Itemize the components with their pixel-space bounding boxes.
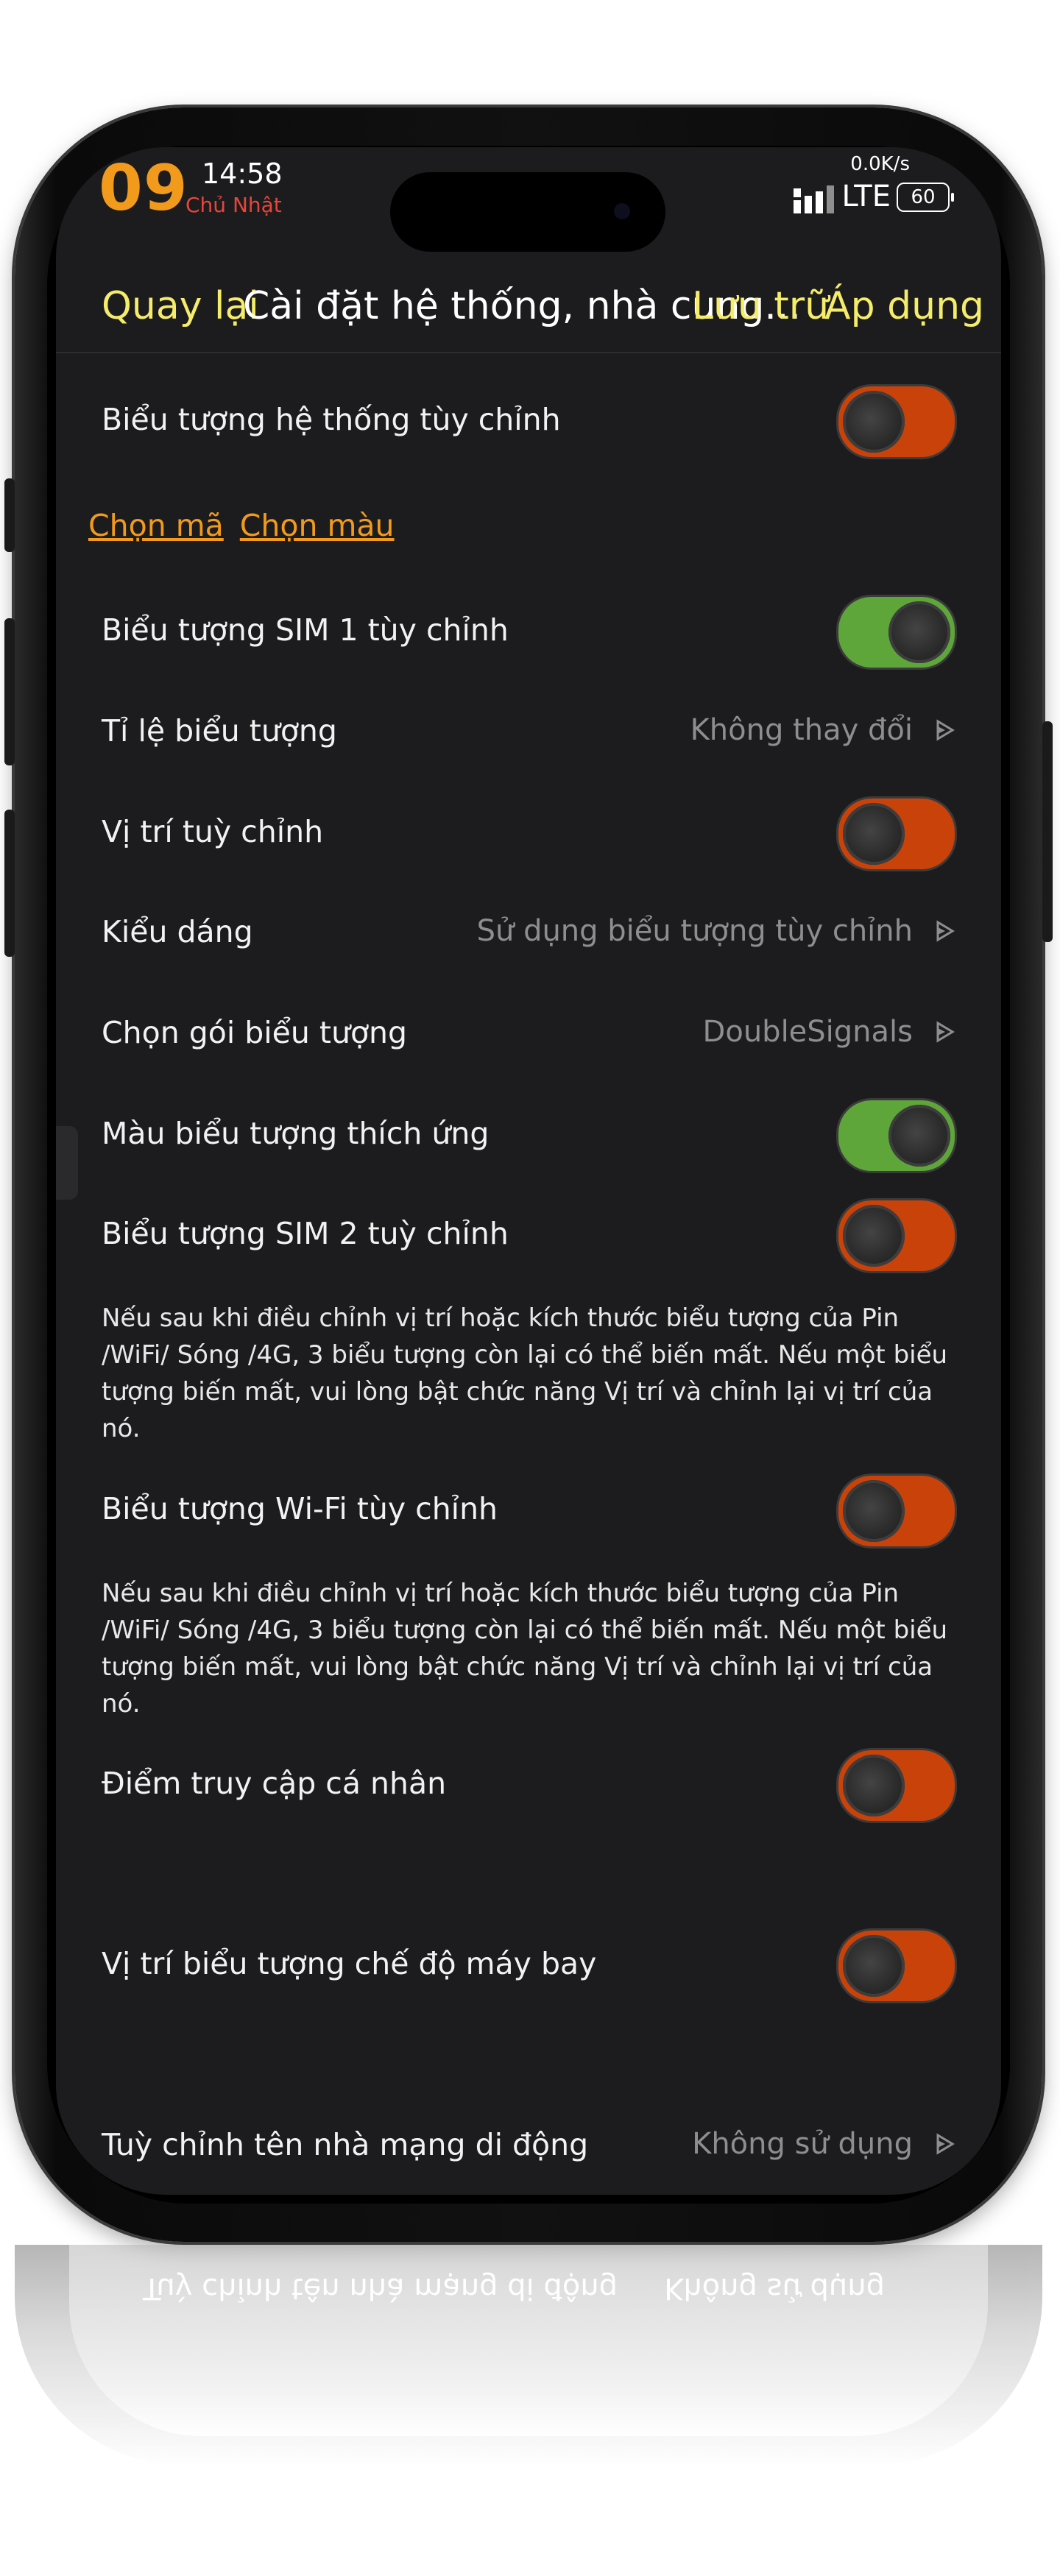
status-network-speed: 0.0K/s [850,153,910,175]
power-button [1042,721,1053,942]
choose-color-link[interactable]: Chọn màu [240,508,395,543]
sim2-note: Nếu sau khi điều chỉnh vị trí hoặc kích … [102,1303,948,1443]
hotspot-toggle[interactable] [836,1748,957,1823]
toggle-knob [843,1935,905,1997]
chevron-right-icon [936,719,955,741]
setting-row-custom-wifi-icon: Biểu tượng Wi-Fi tùy chỉnh [56,1465,1001,1553]
save-button[interactable]: Lưu trữ [692,284,829,328]
toggle-knob [843,1755,905,1816]
chevron-right-icon [936,920,955,942]
setting-row-custom-system-icons: Biểu tượng hệ thống tùy chỉnh [56,375,1001,464]
toggle-knob [843,1480,905,1542]
reflection-screen: Tuỳ chỉnh tên nhà mạng di động Không sử … [69,2245,988,2436]
signal-icon [794,185,834,213]
apply-button[interactable]: Áp dụng [824,284,984,328]
custom-sim2-icon-toggle[interactable] [836,1198,957,1273]
toggle-knob [888,601,950,663]
toggle-knob [843,803,905,865]
reflection-value: Không sử dụng [664,2271,885,2305]
setting-value: Không thay đổi [690,713,913,747]
phone-screen: 09 14:58 Chủ Nhật 0.0K/s LTE 60 Quay lại… [56,147,1001,2195]
setting-label: Tuỳ chỉnh tên nhà mạng di động [102,2127,589,2162]
mute-switch [4,478,15,552]
setting-value: Không sử dụng [692,2127,913,2161]
setting-row-style[interactable]: Kiểu dáng Sử dụng biểu tượng tùy chỉnh [56,888,1001,976]
volume-up-button [4,618,15,765]
toggle-knob [888,1105,950,1167]
phone-reflection: Tuỳ chỉnh tên nhà mạng di động Không sử … [15,2245,1042,2466]
setting-label: Vị trí biểu tượng chế độ máy bay [102,1946,597,1981]
setting-label: Chọn gói biểu tượng [102,1015,408,1050]
setting-label: Biểu tượng hệ thống tùy chỉnh [102,402,561,437]
links-row: Chọn mã Chọn màu [88,508,411,543]
setting-row-custom-position: Vị trí tuỳ chỉnh [56,788,1001,876]
setting-label: Tỉ lệ biểu tượng [102,713,337,749]
custom-wifi-icon-toggle[interactable] [836,1473,957,1549]
airplane-position-toggle[interactable] [836,1928,957,2003]
custom-sim1-icon-toggle[interactable] [836,595,957,670]
setting-value: Sử dụng biểu tượng tùy chỉnh [476,914,913,948]
toggle-knob [843,391,905,453]
adaptive-color-toggle[interactable] [836,1098,957,1173]
custom-system-icons-toggle[interactable] [836,384,957,459]
setting-row-icon-ratio[interactable]: Tỉ lệ biểu tượng Không thay đổi [56,687,1001,775]
volume-down-button [4,810,15,957]
status-day: 09 [99,152,188,225]
custom-position-toggle[interactable] [836,796,957,871]
dynamic-island [390,172,665,252]
chevron-right-icon [936,1021,955,1043]
reflection-label: Tuỳ chỉnh tên nhà mạng di động [143,2271,618,2305]
battery-icon: 60 [897,183,954,212]
setting-row-custom-sim1-icon: Biểu tượng SIM 1 tùy chỉnh [56,586,1001,674]
toggle-knob [843,1205,905,1267]
status-weekday: Chủ Nhật [186,193,282,217]
setting-label: Biểu tượng SIM 2 tuỳ chỉnh [102,1216,509,1251]
setting-row-airplane-position: Vị trí biểu tượng chế độ máy bay [56,1919,1001,2008]
setting-label: Màu biểu tượng thích ứng [102,1116,490,1151]
setting-row-adaptive-color: Màu biểu tượng thích ứng [56,1089,1001,1178]
setting-row-icon-pack[interactable]: Chọn gói biểu tượng DoubleSignals [56,988,1001,1077]
setting-value: DoubleSignals [702,1015,913,1049]
setting-label: Vị trí tuỳ chỉnh [102,814,324,849]
choose-code-link[interactable]: Chọn mã [88,508,224,543]
setting-label: Kiểu dáng [102,914,253,949]
side-panel-handle[interactable] [56,1126,78,1200]
setting-label: Biểu tượng Wi-Fi tùy chỉnh [102,1491,498,1526]
status-time: 14:58 [202,158,283,190]
back-button[interactable]: Quay lại [102,284,259,328]
chevron-right-icon [936,2133,955,2155]
network-type: LTE [841,180,891,213]
setting-row-carrier-name[interactable]: Tuỳ chỉnh tên nhà mạng di động Không sử … [56,2101,1001,2189]
setting-row-hotspot: Điểm truy cập cá nhân [56,1739,1001,1827]
setting-row-custom-sim2-icon: Biểu tượng SIM 2 tuỳ chỉnh [56,1189,1001,1278]
setting-label: Điểm truy cập cá nhân [102,1766,447,1801]
wifi-note: Nếu sau khi điều chỉnh vị trí hoặc kích … [102,1579,948,1719]
camera-icon [614,203,630,219]
navigation-bar: Quay lại Cài đặt hệ thống, nhà cung... L… [56,265,1001,353]
nav-divider [56,352,1001,353]
setting-label: Biểu tượng SIM 1 tùy chỉnh [102,612,509,648]
